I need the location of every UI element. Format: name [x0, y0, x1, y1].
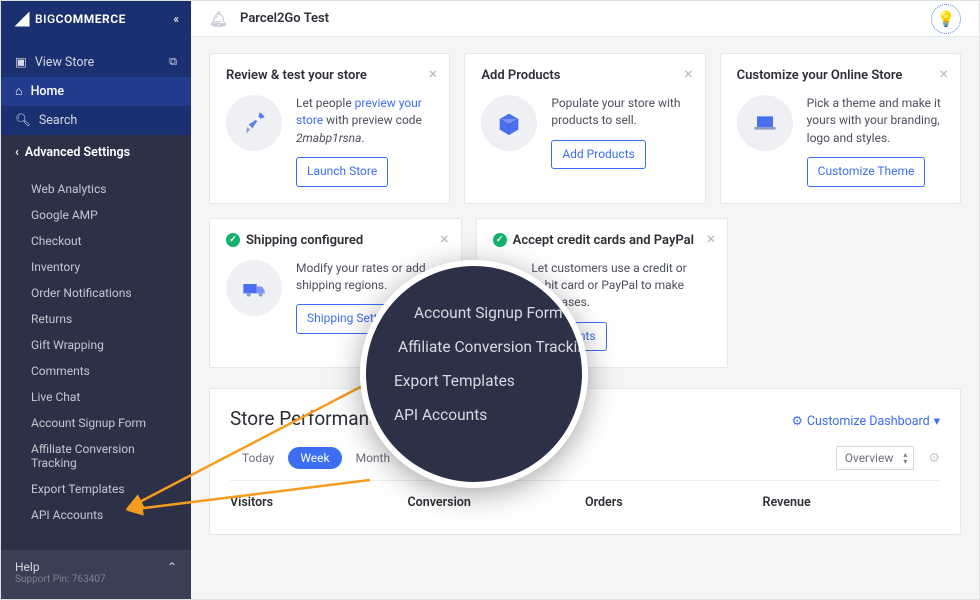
sidebar-item-api-accounts[interactable]: API Accounts	[1, 502, 191, 528]
card-desc: Pick a theme and make it yours with your…	[807, 95, 944, 187]
sidebar-collapse-button[interactable]: «	[173, 12, 179, 26]
magnifier-callout: Account Signup Form Affiliate Conversion…	[360, 260, 588, 488]
main-content: 🔔︎ Parcel2Go Test 💡 × Review & test your…	[191, 1, 979, 599]
tips-icon[interactable]: 💡	[931, 4, 961, 34]
home-icon: ⌂	[15, 84, 23, 99]
box-icon	[481, 95, 537, 151]
perf-col-conversion: Conversion	[408, 495, 586, 510]
close-icon[interactable]: ×	[684, 64, 693, 83]
card-add-products: × Add Products Populate your store with …	[464, 53, 705, 204]
notification-bell-icon[interactable]: 🔔︎	[209, 10, 228, 28]
close-icon[interactable]: ×	[440, 229, 449, 248]
card-title: ✓ Accept credit cards and PayPal	[493, 233, 712, 248]
brand-bar: BIGCOMMERCE «	[1, 1, 191, 37]
card-desc: Populate your store with products to sel…	[551, 95, 688, 169]
sidebar-item-returns[interactable]: Returns	[1, 306, 191, 332]
topbar: 🔔︎ Parcel2Go Test 💡	[191, 1, 979, 37]
mag-item-export: Export Templates	[394, 364, 582, 398]
help-title: Help	[15, 560, 40, 574]
nav-search[interactable]: 🔍︎ Search	[1, 106, 191, 135]
bigcommerce-logo-icon	[13, 10, 31, 28]
gear-icon: ⚙	[792, 413, 803, 429]
close-icon[interactable]: ×	[939, 64, 948, 83]
external-link-icon: ⧉	[169, 55, 177, 69]
perf-col-visitors: Visitors	[230, 495, 408, 510]
chevron-up-icon: ⌃	[167, 560, 177, 574]
add-products-button[interactable]: Add Products	[551, 140, 646, 169]
chevron-down-icon: ▾	[934, 413, 940, 429]
mag-item-signup: Account Signup Form	[414, 296, 582, 330]
card-title: Review & test your store	[226, 68, 433, 83]
card-desc: Let people preview your store with previ…	[296, 95, 433, 187]
sidebar-item-affiliate-conversion-tracking[interactable]: Affiliate Conversion Tracking	[1, 436, 191, 476]
perf-controls: TodayWeekMonthYear | ▾ Overview▾ ⚙	[230, 446, 940, 481]
sidebar-item-live-chat[interactable]: Live Chat	[1, 384, 191, 410]
nav-sub-items: Web AnalyticsGoogle AMPCheckoutInventory…	[1, 176, 191, 528]
store-icon: ▣	[15, 54, 27, 70]
nav-section-label: Advanced Settings	[25, 145, 130, 160]
sidebar-item-export-templates[interactable]: Export Templates	[1, 476, 191, 502]
card-title: Add Products	[481, 68, 688, 83]
nav-search-label: Search	[39, 113, 77, 128]
chevron-left-icon: ‹	[15, 145, 19, 160]
nav-view-store[interactable]: ▣ View Store ⧉	[1, 47, 191, 77]
perf-col-orders: Orders	[585, 495, 763, 510]
sidebar-item-web-analytics[interactable]: Web Analytics	[1, 176, 191, 202]
mag-item-affiliate: Affiliate Conversion Tracking	[398, 330, 582, 364]
brand-logo: BIGCOMMERCE	[13, 10, 126, 28]
check-icon: ✓	[493, 233, 507, 247]
sidebar-item-google-amp[interactable]: Google AMP	[1, 202, 191, 228]
nav-home[interactable]: ⌂ Home	[1, 77, 191, 106]
help-panel[interactable]: Help ⌃ Support Pin: 763407	[1, 550, 191, 599]
nav-section-advanced[interactable]: ‹ Advanced Settings	[1, 135, 191, 170]
nav-primary: ▣ View Store ⧉ ⌂ Home 🔍︎ Search	[1, 37, 191, 135]
truck-icon	[226, 260, 282, 316]
sidebar-item-inventory[interactable]: Inventory	[1, 254, 191, 280]
nav-home-label: Home	[31, 84, 65, 99]
sidebar-item-order-notifications[interactable]: Order Notifications	[1, 280, 191, 306]
store-performance-panel: Store Performance ⚙ Customize Dashboard …	[209, 388, 961, 535]
perf-col-revenue: Revenue	[763, 495, 941, 510]
card-title: Customize your Online Store	[737, 68, 944, 83]
cards-row-2: × ✓ Shipping configured Modify your rate…	[191, 204, 979, 369]
rocket-icon	[226, 95, 282, 151]
card-customize-store: × Customize your Online Store Pick a the…	[720, 53, 961, 204]
sidebar-item-comments[interactable]: Comments	[1, 358, 191, 384]
brand-name: COMMERCE	[56, 12, 126, 26]
check-icon: ✓	[226, 233, 240, 247]
brand-prefix: BIG	[35, 12, 56, 26]
help-pin: Support Pin: 763407	[15, 574, 177, 585]
customize-dashboard-button[interactable]: ⚙ Customize Dashboard ▾	[792, 413, 940, 429]
laptop-icon	[737, 95, 793, 151]
overview-select[interactable]: Overview▾	[836, 446, 915, 470]
sidebar-item-account-signup-form[interactable]: Account Signup Form	[1, 410, 191, 436]
search-icon: 🔍︎	[15, 113, 31, 128]
close-icon[interactable]: ×	[707, 229, 716, 248]
mag-item-api: API Accounts	[394, 398, 582, 432]
customize-theme-button[interactable]: Customize Theme	[807, 157, 926, 186]
gear-icon[interactable]: ⚙	[928, 451, 940, 466]
sidebar-item-checkout[interactable]: Checkout	[1, 228, 191, 254]
launch-store-button[interactable]: Launch Store	[296, 157, 388, 186]
close-icon[interactable]: ×	[429, 64, 438, 83]
card-review-store: × Review & test your store Let people pr…	[209, 53, 450, 204]
nav-view-store-label: View Store	[35, 55, 94, 70]
sidebar: BIGCOMMERCE « ▣ View Store ⧉ ⌂ Home 🔍︎ S…	[1, 1, 191, 599]
store-name: Parcel2Go Test	[240, 11, 329, 26]
range-today[interactable]: Today	[230, 447, 286, 469]
perf-columns: VisitorsConversionOrdersRevenue	[230, 481, 940, 534]
sidebar-item-gift-wrapping[interactable]: Gift Wrapping	[1, 332, 191, 358]
cards-row-1: × Review & test your store Let people pr…	[191, 37, 979, 204]
card-title: ✓ Shipping configured	[226, 233, 445, 248]
range-week[interactable]: Week	[288, 447, 341, 469]
